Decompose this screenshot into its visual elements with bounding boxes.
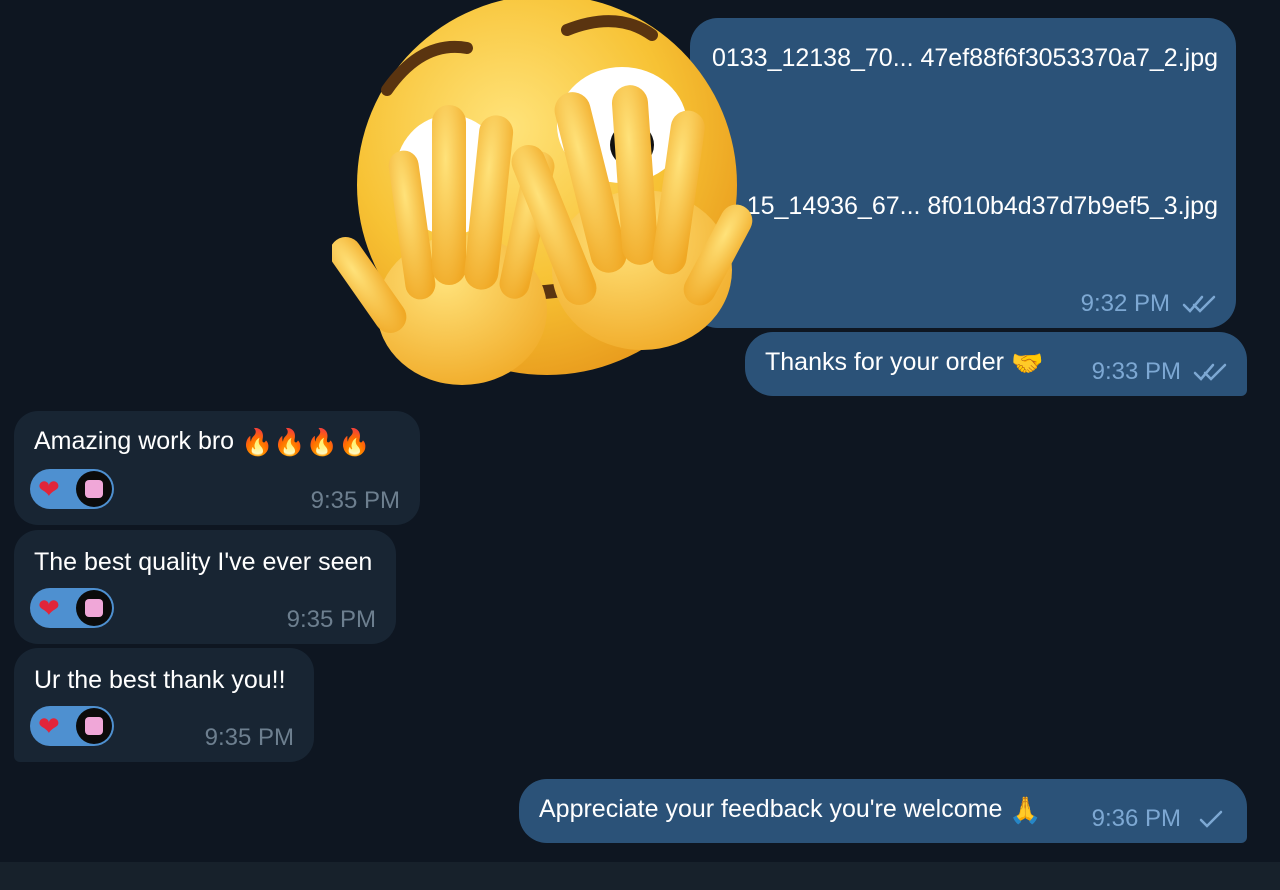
file-message-bubble[interactable]: 0133_12138_70... 47ef88f6f3053370a7_2.jp…: [690, 18, 1236, 328]
incoming-message-bubble[interactable]: Ur the best thank you!! ❤ 9:35 PM: [14, 648, 314, 762]
double-check-icon: [1193, 363, 1227, 381]
appreciate-message-bubble[interactable]: Appreciate your feedback you're welcome …: [519, 779, 1247, 843]
incoming-message-bubble[interactable]: Amazing work bro 🔥🔥🔥🔥 ❤ 9:35 PM: [14, 411, 420, 525]
heart-icon: ❤: [38, 711, 60, 741]
message-time: 9:35 PM: [204, 724, 294, 751]
message-composer[interactable]: [0, 862, 1280, 890]
message-meta: 9:35 PM: [205, 724, 294, 752]
message-meta: 9:35 PM: [311, 487, 400, 515]
heart-icon: ❤: [38, 593, 60, 623]
message-text: The best quality I've ever seen: [34, 548, 373, 576]
message-time: 9:32 PM: [1080, 290, 1170, 317]
handshake-emoji-icon: 🤝: [1010, 348, 1044, 378]
message-time: 9:35 PM: [310, 487, 400, 514]
face-covering-eyes-emoji-icon: [332, 0, 753, 385]
heart-icon: ❤: [38, 474, 60, 504]
chat-area: 0133_12138_70... 47ef88f6f3053370a7_2.jp…: [0, 0, 1280, 890]
avatar: [76, 590, 112, 626]
message-text: Amazing work bro: [34, 427, 235, 455]
message-time: 9:36 PM: [1091, 805, 1181, 832]
message-text: Appreciate your feedback you're welcome: [539, 795, 1003, 823]
pray-emoji-icon: 🙏: [1009, 795, 1042, 825]
avatar: [76, 708, 112, 744]
thanks-message-bubble[interactable]: Thanks for your order 🤝 9:33 PM: [745, 332, 1247, 396]
message-time: 9:33 PM: [1091, 358, 1181, 385]
reaction-pill[interactable]: ❤: [30, 706, 114, 746]
message-text: Thanks for your order: [765, 348, 1004, 376]
message-meta: 9:33 PM: [1092, 358, 1227, 386]
reaction-pill[interactable]: ❤: [30, 588, 114, 628]
fire-emoji-icon: 🔥🔥🔥🔥: [241, 427, 371, 457]
double-check-icon: [1182, 295, 1216, 313]
file-name-2[interactable]: 15_14936_67... 8f010b4d37d7b9ef5_3.jpg: [747, 192, 1218, 221]
single-check-icon: [1199, 810, 1223, 828]
message-meta: 9:32 PM: [1081, 290, 1216, 318]
message-meta: 9:35 PM: [287, 606, 376, 634]
message-text: Ur the best thank you!!: [34, 666, 286, 694]
message-meta: 9:36 PM: [1092, 805, 1227, 833]
incoming-message-bubble[interactable]: The best quality I've ever seen ❤ 9:35 P…: [14, 530, 396, 644]
file-name-1[interactable]: 0133_12138_70... 47ef88f6f3053370a7_2.jp…: [712, 44, 1218, 73]
message-time: 9:35 PM: [286, 606, 376, 633]
avatar: [76, 471, 112, 507]
reaction-pill[interactable]: ❤: [30, 469, 114, 509]
